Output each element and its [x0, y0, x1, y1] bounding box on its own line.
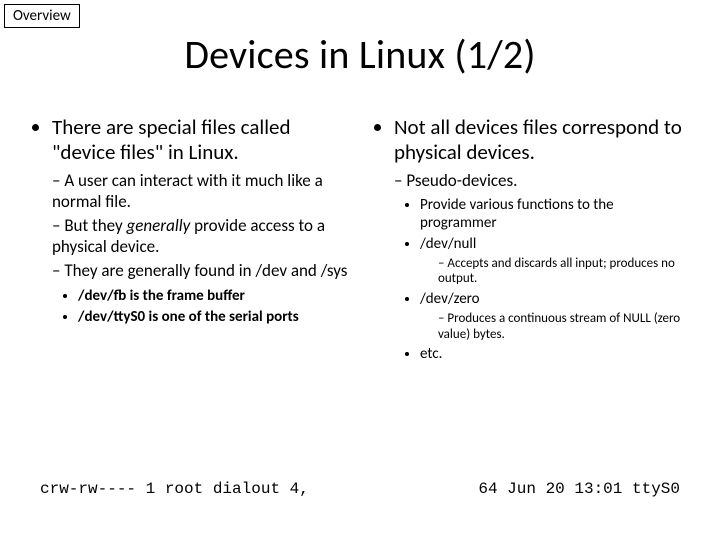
slide-title: Devices in Linux (1/2): [0, 30, 720, 79]
pseudo-child-1-0: Accepts and discards all input; produces…: [438, 256, 690, 287]
ls-left: crw-rw---- 1 root dialout 4,: [40, 480, 309, 498]
pseudo-head-2: /dev/zero: [420, 290, 480, 308]
left-sub-2: But they generally provide access to a p…: [52, 216, 348, 257]
pseudo-item-1: /dev/null Accepts and discards all input…: [420, 235, 690, 287]
left-column: There are special files called "device f…: [30, 115, 348, 366]
left-sub-1: A user can interact with it much like a …: [52, 171, 348, 212]
section-tag: Overview: [4, 4, 80, 28]
left-ex-1: /dev/fb is the frame buffer: [78, 287, 348, 305]
pseudo-item-3: etc.: [420, 345, 690, 363]
left-sub-3: They are generally found in /dev and /sy…: [52, 261, 348, 281]
right-main-point: Not all devices files correspond to phys…: [394, 115, 690, 165]
pseudo-child-2-0: Produces a continuous stream of NULL (ze…: [438, 311, 690, 342]
content-columns: There are special files called "device f…: [30, 115, 690, 366]
ls-output-line: crw-rw---- 1 root dialout 4, 64 Jun 20 1…: [40, 480, 680, 498]
slide: Overview Devices in Linux (1/2) There ar…: [0, 0, 720, 540]
ls-right: 64 Jun 20 13:01 ttyS0: [478, 480, 680, 498]
pseudo-item-2: /dev/zero Produces a continuous stream o…: [420, 290, 690, 342]
left-ex-2: /dev/ttyS0 is one of the serial ports: [78, 308, 348, 326]
right-column: Not all devices files correspond to phys…: [372, 115, 690, 366]
pseudo-head-1: /dev/null: [420, 235, 476, 253]
pseudo-item-0: Provide various functions to the program…: [420, 196, 690, 232]
left-main-point: There are special files called "device f…: [52, 115, 348, 165]
right-sub-pseudo: Pseudo-devices.: [394, 171, 690, 191]
